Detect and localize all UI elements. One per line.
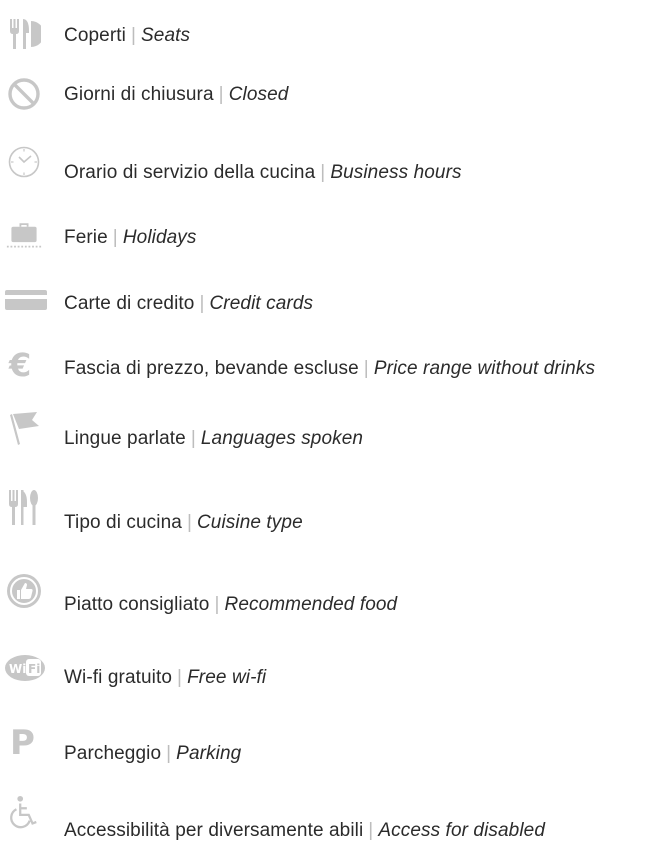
- separator: |: [214, 594, 220, 615]
- legend-label: Piatto consigliato | Recommended food: [64, 593, 397, 617]
- label-english: Seats: [141, 25, 191, 46]
- label-italian: Piatto consigliato: [64, 594, 210, 615]
- legend-item-seats: Coperti | Seats: [0, 16, 646, 56]
- legend-item-languages: Lingue parlate | Languages spoken: [0, 410, 646, 450]
- label-english: Languages spoken: [200, 428, 364, 449]
- svg-text:€: €: [8, 347, 31, 381]
- legend-label: Accessibilità per diversamente abili | Acc…: [64, 819, 545, 843]
- legend-label: Giorni di chiusura | Closed: [64, 83, 288, 107]
- svg-text:Fi: Fi: [28, 662, 40, 676]
- separator: |: [368, 820, 374, 841]
- label-italian: Tipo di cucina: [64, 512, 182, 533]
- label-italian: Orario di servizio della cucina: [64, 162, 316, 183]
- label-english: Parking: [176, 743, 242, 764]
- label-english: Cuisine type: [196, 512, 303, 533]
- separator: |: [112, 227, 118, 248]
- legend-label: Coperti | Seats: [64, 24, 190, 48]
- legend-label: Fascia di prezzo, bevande escluse | Price …: [64, 357, 595, 381]
- legend-label: Carte di credito | Credit cards: [64, 292, 313, 316]
- label-english: Holidays: [122, 227, 197, 248]
- label-italian: Carte di credito: [64, 293, 195, 314]
- legend-item-cuisine-type: Tipo di cucina | Cuisine type: [0, 490, 646, 533]
- separator: |: [186, 512, 192, 533]
- separator: |: [363, 358, 369, 379]
- label-english: Closed: [228, 84, 289, 105]
- label-italian: Fascia di prezzo, bevande escluse: [64, 358, 359, 379]
- legend-item-business-hours: Orario di servizio della cucina | Business…: [0, 144, 646, 184]
- no-entry-icon: [6, 76, 42, 112]
- separator: |: [166, 743, 172, 764]
- legend-label: Parcheggio | Parking: [64, 742, 241, 766]
- legend-label: Orario di servizio della cucina | Business…: [64, 161, 462, 185]
- separator: |: [199, 293, 205, 314]
- legend-label: Ferie | Holidays: [64, 226, 197, 250]
- legend-item-free-wifi: Wi Fi Wi-fi gratuito | Free wi-fi: [0, 650, 646, 690]
- wifi-icon: Wi Fi: [4, 650, 46, 686]
- clock-icon: [6, 144, 42, 180]
- label-italian: Accessibilità per diversamente abili: [64, 820, 364, 841]
- flag-icon: [6, 410, 42, 446]
- legend-item-parking: P Parcheggio | Parking: [0, 722, 646, 764]
- label-italian: Coperti: [64, 25, 126, 46]
- legend-item-closed: Giorni di chiusura | Closed: [0, 76, 646, 116]
- thumbs-up-icon: [6, 573, 42, 609]
- svg-text:P: P: [10, 723, 35, 758]
- cutlery-icon: [6, 490, 42, 526]
- label-english: Credit cards: [209, 293, 314, 314]
- wheelchair-icon: [6, 795, 42, 831]
- legend-label: Tipo di cucina | Cuisine type: [64, 511, 303, 535]
- label-italian: Parcheggio: [64, 743, 162, 764]
- legend-item-price-range: € Fascia di prezzo, bevande escluse | Pric…: [0, 346, 646, 386]
- label-italian: Giorni di chiusura: [64, 84, 214, 105]
- separator: |: [218, 84, 224, 105]
- label-italian: Lingue parlate: [64, 428, 186, 449]
- separator: |: [130, 25, 136, 46]
- separator: |: [190, 428, 196, 449]
- legend-item-accessibility: Accessibilità per diversamente abili | Acc…: [0, 795, 646, 841]
- legend-item-credit-cards: Carte di credito | Credit cards: [0, 282, 646, 322]
- legend-item-holidays: Ferie | Holidays: [0, 216, 646, 256]
- svg-text:Wi: Wi: [9, 662, 26, 676]
- label-italian: Ferie: [64, 227, 108, 248]
- legend-item-recommended-food: Piatto consigliato | Recommended food: [0, 573, 646, 615]
- label-italian: Wi-fi gratuito: [64, 667, 173, 688]
- label-english: Price range without drinks: [373, 358, 596, 379]
- legend-label: Wi-fi gratuito | Free wi-fi: [64, 666, 266, 690]
- label-english: Free wi-fi: [187, 667, 267, 688]
- euro-icon: €: [6, 346, 42, 382]
- label-english: Business hours: [330, 162, 462, 183]
- separator: |: [177, 667, 183, 688]
- credit-card-icon: [4, 282, 48, 318]
- parking-icon: P: [6, 722, 42, 758]
- legend-label: Lingue parlate | Languages spoken: [64, 427, 363, 451]
- label-english: Recommended food: [224, 594, 398, 615]
- fork-knife-plate-icon: [6, 16, 42, 52]
- separator: |: [320, 162, 326, 183]
- suitcase-icon: [6, 216, 42, 252]
- label-english: Access for disabled: [378, 820, 545, 841]
